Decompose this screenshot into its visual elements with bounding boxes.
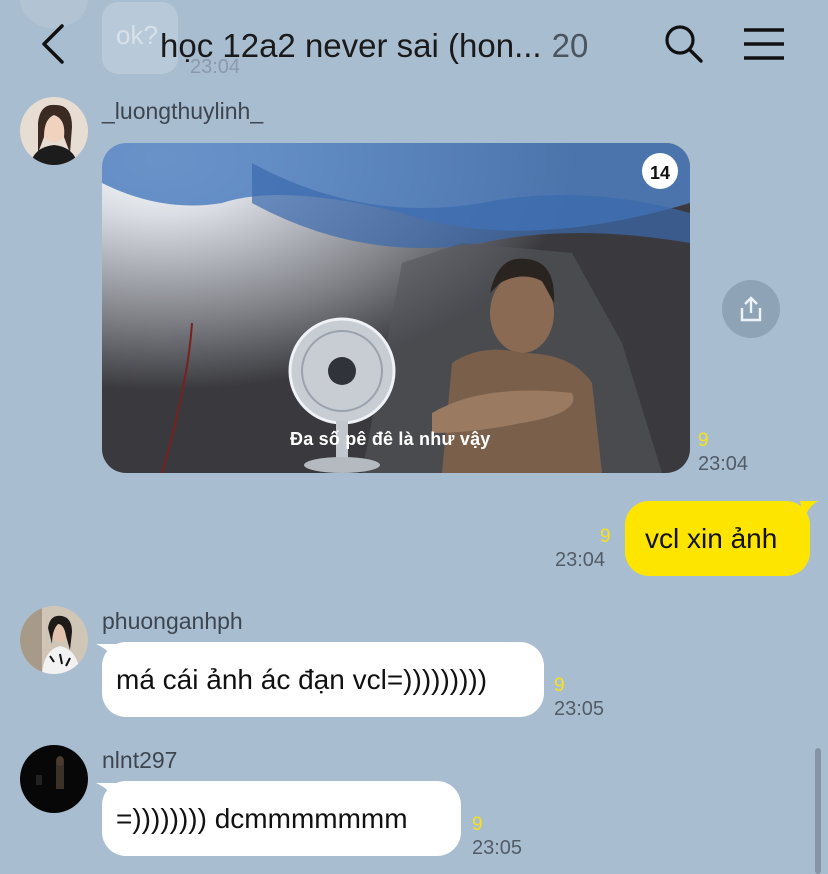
- member-count: 20: [551, 27, 589, 64]
- message-time: 23:04: [698, 453, 749, 475]
- shared-image[interactable]: 14 Đa số pê đê là như vậy: [102, 143, 690, 473]
- unread-count: 9: [600, 526, 611, 547]
- back-button[interactable]: [36, 22, 72, 66]
- avatar-phuonganhph[interactable]: [20, 606, 88, 674]
- message-bubble[interactable]: má cái ảnh ác đạn vcl=))))))))): [102, 642, 544, 717]
- profile-photo: [20, 745, 88, 813]
- scrollbar[interactable]: [815, 748, 821, 874]
- share-button[interactable]: [722, 280, 780, 338]
- message-bubble[interactable]: =)))))))) dcmmmmmmm: [102, 781, 461, 856]
- chat-header: học 12a2 never sai (hon... 20: [0, 0, 828, 88]
- profile-photo: [20, 606, 88, 674]
- sender-name: _luongthuylinh_: [102, 98, 264, 124]
- image-content: 14: [102, 143, 690, 473]
- message-time: 23:04: [555, 549, 606, 571]
- avatar-luongthuylinh[interactable]: [20, 97, 88, 165]
- unread-count: 9: [472, 814, 483, 835]
- sender-name: nlnt297: [102, 747, 178, 773]
- search-icon: [665, 25, 703, 63]
- chat-title-text: học 12a2 never sai (hon...: [160, 27, 542, 64]
- menu-button[interactable]: [742, 26, 786, 62]
- my-message-bubble[interactable]: vcl xin ảnh: [625, 501, 810, 576]
- message-text: =)))))))) dcmmmmmmm: [116, 802, 408, 834]
- sender-name: phuonganhph: [102, 608, 243, 634]
- chat-title[interactable]: học 12a2 never sai (hon... 20: [160, 24, 588, 68]
- hamburger-menu-icon: [744, 28, 784, 60]
- message-time: 23:05: [554, 698, 605, 720]
- avatar-nlnt297[interactable]: [20, 745, 88, 813]
- chevron-left-icon: [42, 24, 64, 64]
- message-text: má cái ảnh ác đạn vcl=))))))))): [116, 663, 488, 695]
- bubble-tail: [800, 501, 818, 519]
- message-text: vcl xin ảnh: [645, 522, 778, 554]
- share-icon: [740, 296, 762, 322]
- image-caption: Đa số pê đê là như vậy: [290, 429, 491, 449]
- message-time: 23:05: [472, 837, 523, 859]
- unread-count: 9: [698, 430, 709, 451]
- unread-count: 9: [554, 675, 565, 696]
- search-button[interactable]: [662, 22, 706, 66]
- image-badge: 14: [650, 163, 670, 183]
- profile-photo: [20, 97, 88, 165]
